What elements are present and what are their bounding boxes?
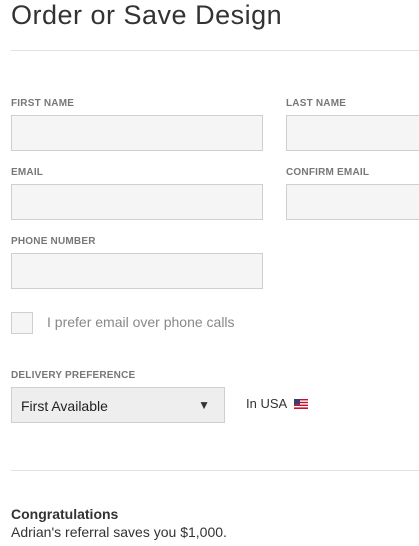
us-flag-icon — [294, 399, 308, 409]
chevron-down-icon: ▼ — [198, 398, 210, 412]
delivery-preference-label: DELIVERY PREFERENCE — [11, 370, 136, 381]
email-label: EMAIL — [11, 167, 44, 178]
header-divider — [11, 50, 419, 51]
first-name-field[interactable] — [11, 115, 263, 151]
section-divider — [11, 470, 419, 471]
confirm-email-field[interactable] — [286, 184, 419, 220]
prefer-email-checkbox[interactable] — [11, 312, 33, 334]
delivery-preference-value: First Available — [21, 398, 108, 414]
email-field[interactable] — [11, 184, 263, 220]
congratulations-title: Congratulations — [11, 506, 119, 522]
first-name-label: FIRST NAME — [11, 98, 75, 109]
page-title: Order or Save Design — [11, 0, 283, 30]
phone-number-label: PHONE NUMBER — [11, 236, 96, 247]
region-label: In USA — [246, 396, 288, 411]
order-save-design-page: Order or Save Design FIRST NAME LAST NAM… — [0, 0, 419, 546]
phone-number-field[interactable] — [11, 253, 263, 289]
confirm-email-label: CONFIRM EMAIL — [286, 167, 370, 178]
referral-message: Adrian's referral saves you $1,000. — [11, 524, 227, 540]
last-name-field[interactable] — [286, 115, 419, 151]
delivery-preference-select[interactable]: First Available ▼ — [11, 387, 225, 423]
last-name-label: LAST NAME — [286, 98, 347, 109]
prefer-email-label: I prefer email over phone calls — [47, 314, 235, 330]
